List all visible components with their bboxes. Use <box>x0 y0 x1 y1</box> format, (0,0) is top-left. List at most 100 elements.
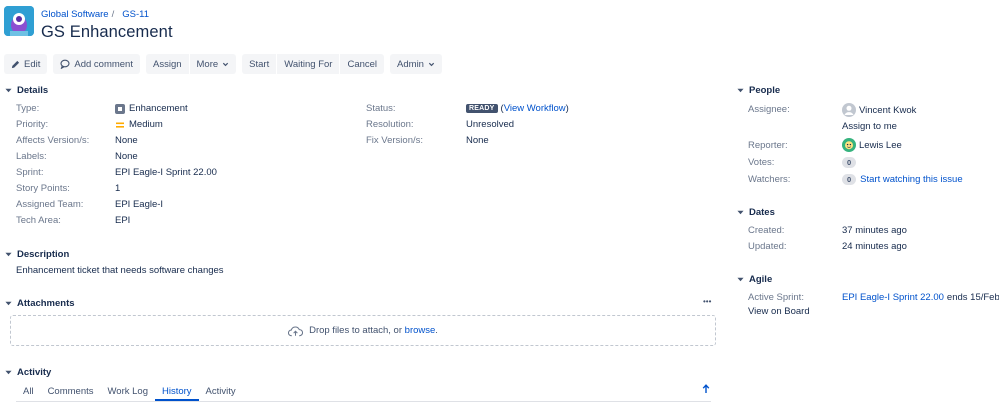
reporter-avatar-icon <box>842 138 856 152</box>
fix-version-value: None <box>466 135 489 146</box>
sprint-label: Sprint: <box>16 167 44 178</box>
sprint-ends-text: ends 15/Feb/22 <box>946 292 999 303</box>
active-sprint-value: EPI Eagle-I Sprint 22.00 ends 15/Feb/22 <box>842 292 999 303</box>
chevron-down-icon <box>737 88 744 93</box>
tab-activity[interactable]: Activity <box>199 384 243 401</box>
updated-label: Updated: <box>748 241 787 252</box>
type-label: Type: <box>16 103 40 114</box>
chevron-down-icon <box>223 62 229 66</box>
admin-button[interactable]: Admin <box>390 54 442 74</box>
dates-heading[interactable]: Dates <box>737 207 775 218</box>
status-badge: READY <box>466 104 498 113</box>
assignee-value[interactable]: Vincent Kwok <box>842 103 916 117</box>
status-label: Status: <box>366 103 396 114</box>
breadcrumb-issue-key-link[interactable]: GS-11 <box>122 9 149 20</box>
chevron-down-icon <box>737 277 744 282</box>
cancel-button[interactable]: Cancel <box>340 54 385 74</box>
resolution-label: Resolution: <box>366 119 414 130</box>
more-button[interactable]: More <box>189 54 237 74</box>
updated-value: 24 minutes ago <box>842 241 907 252</box>
waiting-for-button[interactable]: Waiting For <box>277 54 340 74</box>
votes-count-badge[interactable]: 0 <box>842 157 857 168</box>
fix-version-label: Fix Version/s: <box>366 135 424 146</box>
chevron-down-icon <box>5 370 12 375</box>
status-value: READY ( View Workflow ) <box>466 103 569 114</box>
pencil-icon <box>11 60 20 68</box>
chevron-down-icon <box>5 252 12 257</box>
breadcrumb-separator: / <box>111 9 115 20</box>
attachments-more-icon[interactable]: ••• <box>703 297 711 306</box>
priority-medium-icon <box>116 122 124 128</box>
page-title: GS Enhancement <box>41 23 173 41</box>
assignee-label: Assignee: <box>748 104 790 115</box>
reporter-name: Lewis Lee <box>859 139 902 151</box>
assigned-team-label: Assigned Team: <box>16 199 84 210</box>
tab-comments[interactable]: Comments <box>41 384 101 401</box>
user-avatar-icon <box>842 103 856 117</box>
attachments-heading-label: Attachments <box>17 298 75 309</box>
watchers-label: Watchers: <box>748 174 791 185</box>
details-heading-label: Details <box>17 85 49 96</box>
story-points-label: Story Points: <box>16 183 70 194</box>
active-sprint-label: Active Sprint: <box>748 292 804 303</box>
description-heading[interactable]: Description <box>5 249 69 260</box>
edit-button[interactable]: Edit <box>4 54 48 74</box>
edit-button-label: Edit <box>24 58 41 70</box>
sprint-value: EPI Eagle-I Sprint 22.00 <box>115 167 217 178</box>
watchers-count-badge[interactable]: 0 <box>842 174 857 185</box>
view-workflow-close-paren: ) <box>565 103 569 114</box>
labels-label: Labels: <box>16 151 47 162</box>
tech-area-label: Tech Area: <box>16 215 61 226</box>
project-avatar[interactable] <box>4 6 34 36</box>
tech-area-value: EPI <box>115 215 131 226</box>
dropzone-prompt: Drop files to attach, or <box>309 325 403 336</box>
comment-icon <box>60 59 70 69</box>
tab-all[interactable]: All <box>16 384 41 401</box>
issue-toolbar: Edit Add comment Assign More Start Waiti… <box>4 54 448 74</box>
priority-value-text: Medium <box>129 119 163 130</box>
affects-version-label: Affects Version/s: <box>16 135 90 146</box>
browse-link[interactable]: browse <box>405 325 436 336</box>
sort-arrow-up-icon[interactable] <box>702 384 710 394</box>
activity-heading-label: Activity <box>17 367 52 378</box>
start-watching-link[interactable]: Start watching this issue <box>860 174 962 185</box>
priority-label: Priority: <box>16 119 49 130</box>
add-comment-button[interactable]: Add comment <box>53 54 140 74</box>
tab-history[interactable]: History <box>154 384 199 401</box>
votes-label: Votes: <box>748 157 775 168</box>
chevron-down-icon <box>428 62 435 66</box>
breadcrumb-project-link[interactable]: Global Software <box>41 9 109 20</box>
enhancement-type-icon <box>115 103 125 114</box>
add-comment-label: Add comment <box>74 58 133 70</box>
view-on-board-link[interactable]: View on Board <box>748 306 810 317</box>
active-sprint-link[interactable]: EPI Eagle-I Sprint 22.00 <box>842 292 944 303</box>
breadcrumb: Global Software / GS-11 <box>41 9 149 20</box>
start-button[interactable]: Start <box>242 54 277 74</box>
watchers-value: 0 Start watching this issue <box>842 174 963 185</box>
assign-to-me-link[interactable]: Assign to me <box>842 121 897 132</box>
chevron-down-icon <box>737 210 744 215</box>
agile-heading[interactable]: Agile <box>737 274 772 285</box>
people-heading[interactable]: People <box>737 85 780 96</box>
details-heading[interactable]: Details <box>5 85 48 96</box>
assign-button[interactable]: Assign <box>146 54 189 74</box>
admin-button-label: Admin <box>397 58 424 70</box>
reporter-value[interactable]: Lewis Lee <box>842 138 902 152</box>
story-points-value: 1 <box>115 183 121 194</box>
assignee-name: Vincent Kwok <box>859 104 917 116</box>
description-text[interactable]: Enhancement ticket that needs software c… <box>16 265 224 276</box>
chevron-down-icon <box>5 88 12 93</box>
view-workflow-link[interactable]: View Workflow <box>504 103 566 114</box>
labels-value: None <box>115 151 138 162</box>
dropzone-text: Drop files to attach, or browse. <box>309 325 438 336</box>
reporter-label: Reporter: <box>748 140 788 151</box>
more-button-label: More <box>196 58 219 70</box>
attachments-heading[interactable]: Attachments <box>5 298 75 309</box>
attachment-dropzone[interactable]: Drop files to attach, or browse. <box>10 315 716 346</box>
resolution-value: Unresolved <box>466 119 515 130</box>
activity-heading[interactable]: Activity <box>5 367 51 378</box>
dates-heading-label: Dates <box>749 207 775 218</box>
affects-version-value: None <box>115 135 138 146</box>
dropzone-period: . <box>435 325 438 336</box>
tab-work-log[interactable]: Work Log <box>101 384 155 401</box>
